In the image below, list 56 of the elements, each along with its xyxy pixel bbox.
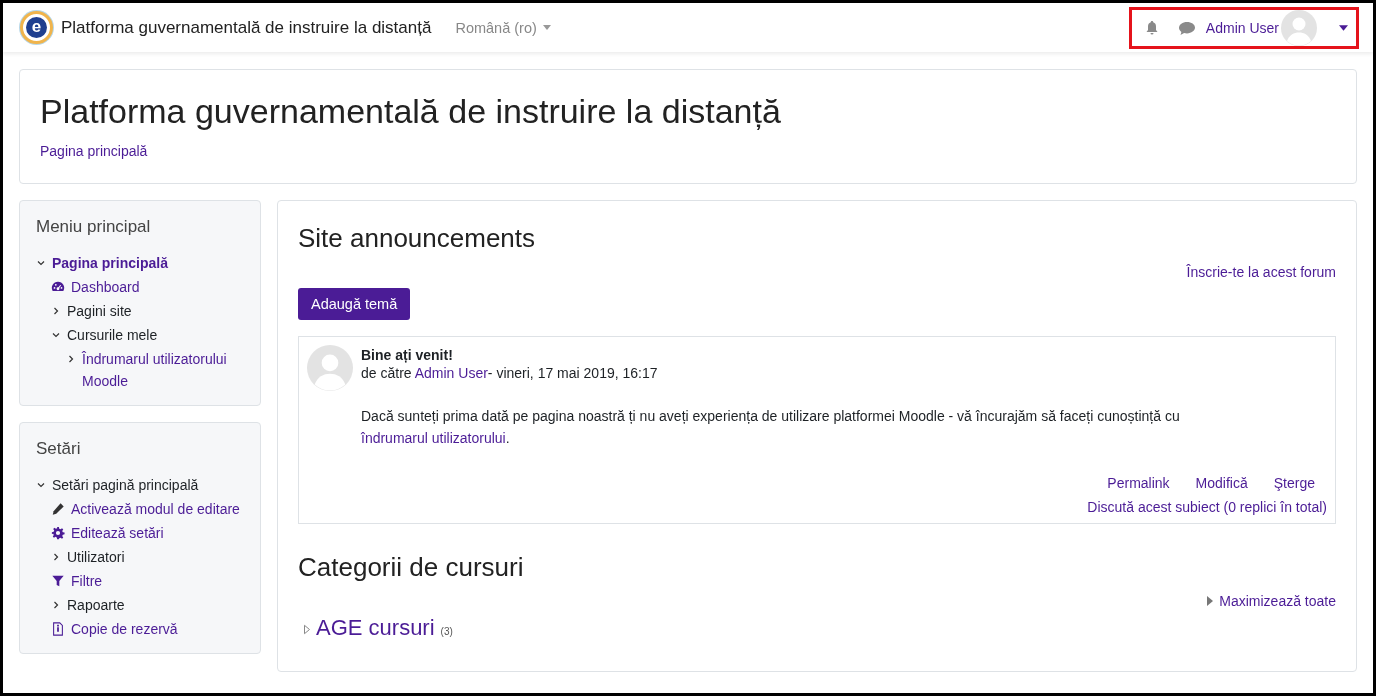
post-action-link[interactable]: Permalink — [1107, 475, 1170, 491]
chevron-icon[interactable] — [51, 600, 61, 610]
post-subject: Bine ați venit! — [361, 347, 454, 363]
chevron-icon[interactable] — [36, 480, 46, 490]
menu-item[interactable]: Setări pagină principală — [52, 474, 199, 496]
post-message: Dacă sunteți prima dată pe pagina noastră ți nu aveți experiența de utilizare platformei Moodle - vă încurajăm să faceți cunoștință cu îndrumarul utilizatorului. — [361, 407, 1181, 448]
post-action-link[interactable]: Modifică — [1195, 475, 1248, 491]
menu-item[interactable]: Copie de rezervă — [71, 618, 178, 640]
logo-icon[interactable]: e — [20, 11, 53, 44]
menu-item[interactable]: Filtre — [71, 570, 103, 592]
author-link[interactable]: Admin User — [414, 365, 488, 381]
category-link[interactable]: AGE cursuri — [316, 615, 435, 641]
expand-arrow-icon[interactable] — [304, 624, 310, 635]
caret-icon[interactable] — [1339, 24, 1348, 31]
post-action-link[interactable]: Şterge — [1273, 475, 1315, 491]
menu-item[interactable]: Îndrumarul utilizatorului Moodle — [82, 348, 244, 392]
avatar-icon[interactable] — [1281, 9, 1317, 46]
forum-title: Site announcements — [298, 223, 537, 254]
avatar-icon — [307, 345, 353, 391]
menu-item[interactable]: Editează setări — [71, 522, 164, 544]
chevron-icon[interactable] — [66, 354, 76, 364]
expand-all-link[interactable]: Maximizează toate — [1207, 593, 1336, 609]
guide-link[interactable]: îndrumarul utilizatorului — [361, 430, 506, 446]
menu-item[interactable]: Cursurile mele — [67, 324, 158, 346]
byline-label: de către — [361, 365, 412, 381]
categories-title: Categorii de cursuri — [298, 552, 525, 583]
post-date: - vineri, 17 mai 2019, 16:17 — [487, 365, 658, 381]
user-name[interactable]: Admin User — [1205, 19, 1279, 36]
chevron-icon[interactable] — [36, 258, 46, 268]
chevron-icon[interactable] — [51, 306, 61, 316]
dashboard-icon — [51, 280, 65, 294]
file-icon — [51, 622, 65, 636]
chevron-icon[interactable] — [51, 552, 61, 562]
breadcrumb-link[interactable]: Pagina principală — [40, 143, 148, 159]
menu-item[interactable]: Rapoarte — [67, 594, 125, 616]
menu-item[interactable]: Utilizatori — [67, 546, 125, 568]
block-title: Setări — [36, 439, 82, 459]
chat-icon[interactable] — [1177, 19, 1196, 36]
site-name[interactable]: Platforma guvernamentală de instruire la distanță — [61, 17, 432, 38]
subscribe-link[interactable]: Înscrie-te la acest forum — [1186, 264, 1336, 280]
add-topic-button[interactable]: Adaugă temă — [298, 288, 411, 320]
course-count: (3) — [440, 626, 453, 637]
menu-item[interactable]: Pagini site — [67, 300, 132, 322]
menu-item[interactable]: Pagina principală — [52, 252, 168, 274]
language-menu[interactable]: Română (ro) — [455, 19, 551, 36]
block-title: Meniu principal — [36, 217, 152, 237]
filter-icon — [51, 574, 65, 588]
menu-item[interactable]: Activează modul de editare — [71, 498, 240, 520]
expand-arrow-icon — [1207, 596, 1214, 606]
caret-icon — [542, 25, 551, 30]
settings-icon — [51, 526, 65, 540]
menu-item[interactable]: Dashboard — [71, 276, 140, 298]
page-title: Platforma guvernamentală de instruire la distanță — [40, 92, 782, 131]
chevron-icon[interactable] — [51, 330, 61, 340]
discuss-link[interactable]: Discută acest subiect (0 replici în total) — [1087, 499, 1327, 515]
pencil-icon — [51, 502, 65, 516]
